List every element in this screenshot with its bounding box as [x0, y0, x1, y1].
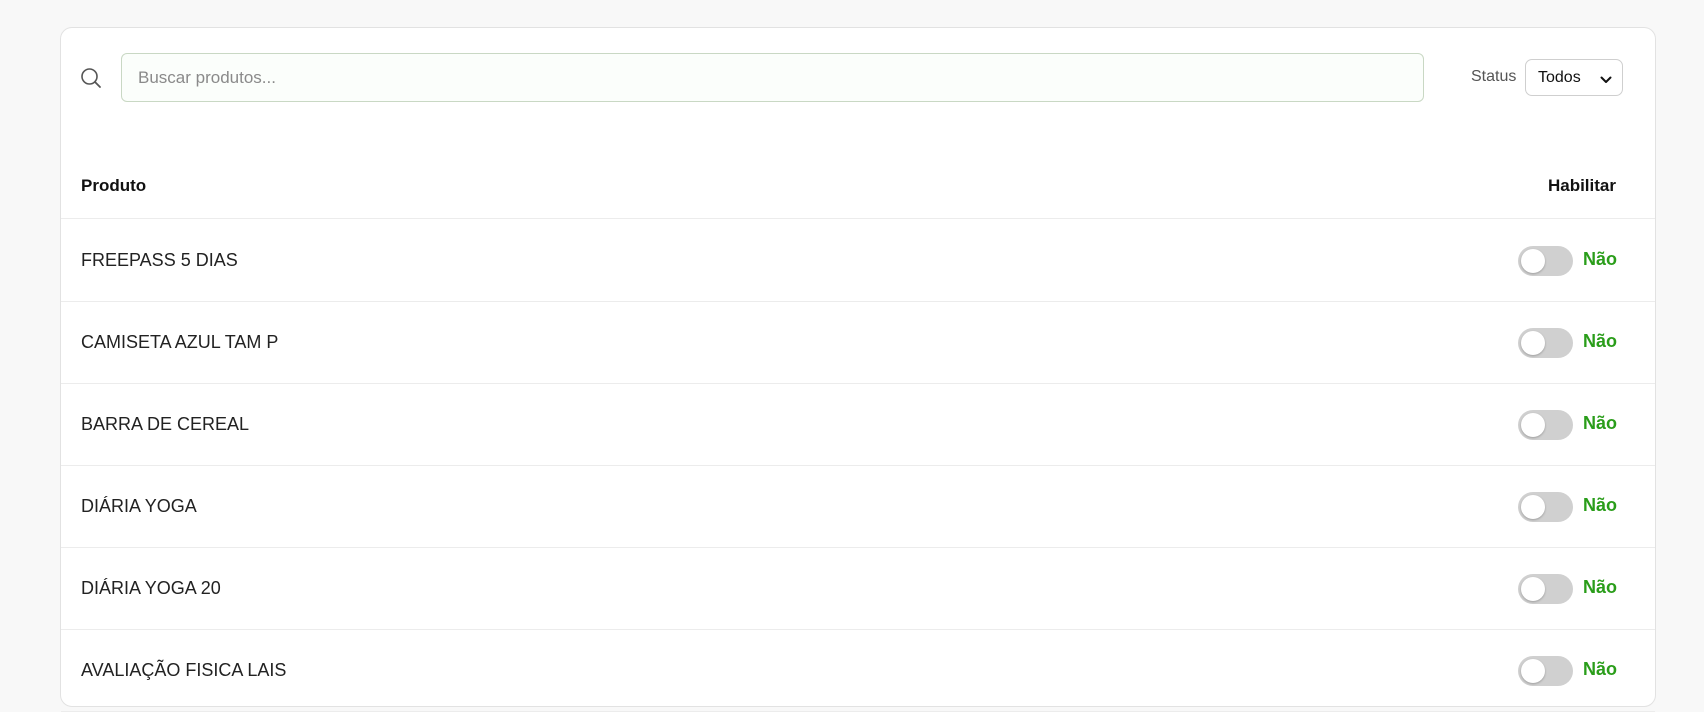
- toggle-knob: [1521, 577, 1545, 601]
- enable-state-label: Não: [1583, 659, 1618, 679]
- column-header-product: Produto: [81, 176, 147, 195]
- enable-state-label: Não: [1583, 577, 1618, 597]
- search-input[interactable]: [121, 53, 1424, 102]
- status-select[interactable]: Todos: [1525, 59, 1623, 96]
- toggle-knob: [1521, 659, 1545, 683]
- products-panel: Status Todos Produto Habilitar FREEPASS …: [60, 27, 1656, 712]
- enable-toggle[interactable]: [1518, 656, 1573, 686]
- toggle-knob: [1521, 413, 1545, 437]
- enable-state-label: Não: [1583, 331, 1618, 351]
- enable-state-label: Não: [1583, 249, 1618, 269]
- enable-state-label: Não: [1583, 413, 1618, 433]
- enable-toggle[interactable]: [1518, 410, 1573, 440]
- status-select-value: Todos: [1538, 69, 1581, 86]
- table-row: DIÁRIA YOGA 20 Não: [61, 548, 1655, 630]
- product-name: DIÁRIA YOGA: [81, 496, 197, 516]
- product-name: AVALIAÇÃO FISICA LAIS: [81, 660, 287, 680]
- enable-toggle[interactable]: [1518, 246, 1573, 276]
- product-name: BARRA DE CEREAL: [81, 414, 250, 434]
- table-row: BARRA DE CEREAL Não: [61, 384, 1655, 466]
- enable-state-label: Não: [1583, 495, 1618, 515]
- column-header-enable: Habilitar: [1547, 176, 1616, 195]
- search-icon: [80, 67, 102, 89]
- table-row: CAMISETA AZUL TAM P Não: [61, 302, 1655, 384]
- product-name: FREEPASS 5 DIAS: [81, 250, 238, 270]
- product-name: DIÁRIA YOGA 20: [81, 578, 221, 598]
- product-list: FREEPASS 5 DIAS Não CAMISETA AZUL TAM P …: [61, 220, 1655, 712]
- table-row: FREEPASS 5 DIAS Não: [61, 220, 1655, 302]
- table-header: Produto Habilitar: [61, 151, 1655, 219]
- enable-toggle[interactable]: [1518, 492, 1573, 522]
- toggle-knob: [1521, 249, 1545, 273]
- status-filter-label: Status: [1471, 68, 1517, 85]
- product-name: CAMISETA AZUL TAM P: [81, 332, 279, 352]
- enable-toggle[interactable]: [1518, 574, 1573, 604]
- toolbar: Status Todos: [61, 28, 1655, 124]
- toggle-knob: [1521, 331, 1545, 355]
- toggle-knob: [1521, 495, 1545, 519]
- table-row: AVALIAÇÃO FISICA LAIS Não: [61, 630, 1655, 712]
- chevron-down-icon: [1600, 72, 1612, 83]
- enable-toggle[interactable]: [1518, 328, 1573, 358]
- table-row: DIÁRIA YOGA Não: [61, 466, 1655, 548]
